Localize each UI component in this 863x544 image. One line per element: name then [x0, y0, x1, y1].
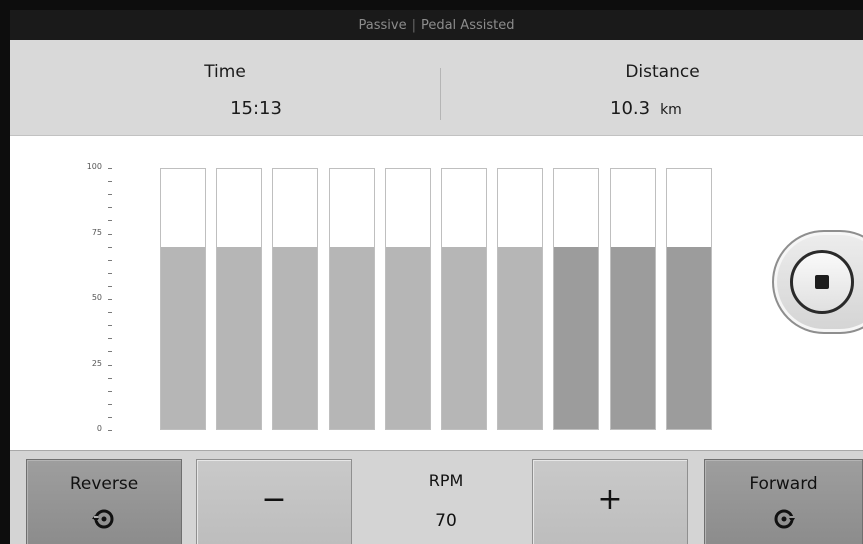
y-tick-label: 50	[91, 293, 102, 302]
y-tick-label: 0	[96, 424, 102, 433]
bar	[385, 247, 430, 429]
bar-slot	[384, 168, 431, 430]
y-tick-mark	[108, 299, 112, 300]
bike-trainer-screen: Passive | Pedal Assisted Time 15:13 Dist…	[10, 10, 863, 544]
control-bar: Reverse − RPM 70 + Forward	[10, 450, 863, 544]
y-tick-mark	[108, 325, 112, 327]
forward-label: Forward	[749, 474, 818, 494]
y-tick-mark	[108, 181, 112, 183]
y-tick-label: 100	[86, 162, 102, 171]
distance-readout: 10.3 km	[610, 98, 682, 119]
time-value: 15:13	[230, 98, 282, 119]
y-tick-mark	[108, 390, 112, 392]
y-tick-mark	[108, 312, 112, 314]
y-tick-label: 25	[91, 358, 102, 368]
bar	[217, 247, 262, 429]
stats-header: Time 15:13 Distance 10.3 km	[10, 40, 863, 136]
bar	[273, 247, 318, 429]
bar	[666, 247, 711, 429]
distance-label: Distance	[625, 62, 700, 82]
bar	[161, 247, 205, 429]
forward-button[interactable]: Forward	[704, 459, 863, 544]
y-tick-mark	[108, 430, 112, 431]
bar	[442, 247, 486, 429]
bar-slot	[272, 168, 319, 430]
y-tick-mark	[108, 246, 112, 248]
bar-slot	[665, 168, 712, 430]
y-tick-mark	[108, 416, 112, 418]
bar-slot	[609, 168, 656, 430]
rpm-label: RPM	[428, 471, 464, 490]
bar-slot	[160, 168, 206, 430]
stop-icon	[815, 275, 829, 289]
status-bar: Passive | Pedal Assisted	[10, 10, 863, 40]
rotate-ccw-icon	[92, 509, 114, 529]
bar-slot	[497, 168, 544, 430]
y-tick-mark	[108, 168, 112, 169]
y-tick-label: 75	[91, 227, 102, 237]
rotate-cw-icon	[774, 509, 795, 529]
resistance-bar-chart: 100 75 50 25 0	[80, 160, 730, 440]
decrease-button[interactable]: −	[196, 459, 352, 544]
plus-icon: +	[597, 482, 623, 517]
distance-unit: km	[660, 102, 682, 118]
bar	[554, 247, 599, 429]
y-tick-mark	[108, 272, 112, 274]
time-label: Time	[204, 62, 246, 82]
bar-slot	[216, 168, 263, 430]
bar	[610, 247, 655, 429]
stop-button[interactable]	[772, 230, 863, 334]
y-tick-mark	[108, 233, 112, 235]
reverse-button[interactable]: Reverse	[26, 459, 182, 544]
increase-button[interactable]: +	[532, 459, 688, 544]
y-tick-mark	[108, 259, 112, 261]
status-separator: |	[411, 17, 416, 33]
distance-value: 10.3	[610, 98, 651, 119]
bar-slot	[328, 168, 375, 430]
y-tick-mark	[108, 403, 112, 405]
y-tick-mark	[108, 207, 112, 209]
minus-icon: −	[261, 482, 287, 517]
y-tick-mark	[108, 377, 112, 379]
bar-slot	[441, 168, 487, 430]
assist-label: Pedal Assisted	[420, 17, 515, 33]
y-tick-mark	[108, 364, 112, 366]
stop-icon-ring	[790, 250, 854, 314]
reverse-label: Reverse	[69, 474, 139, 494]
y-tick-mark	[108, 194, 112, 196]
rpm-value: 70	[435, 511, 457, 531]
y-tick-mark	[108, 285, 112, 287]
y-tick-mark	[108, 351, 112, 353]
y-tick-mark	[108, 220, 112, 222]
bar	[498, 247, 543, 429]
bar	[329, 247, 374, 429]
mode-label: Passive	[358, 17, 407, 33]
y-tick-mark	[108, 338, 112, 340]
bar-slot	[553, 168, 600, 430]
